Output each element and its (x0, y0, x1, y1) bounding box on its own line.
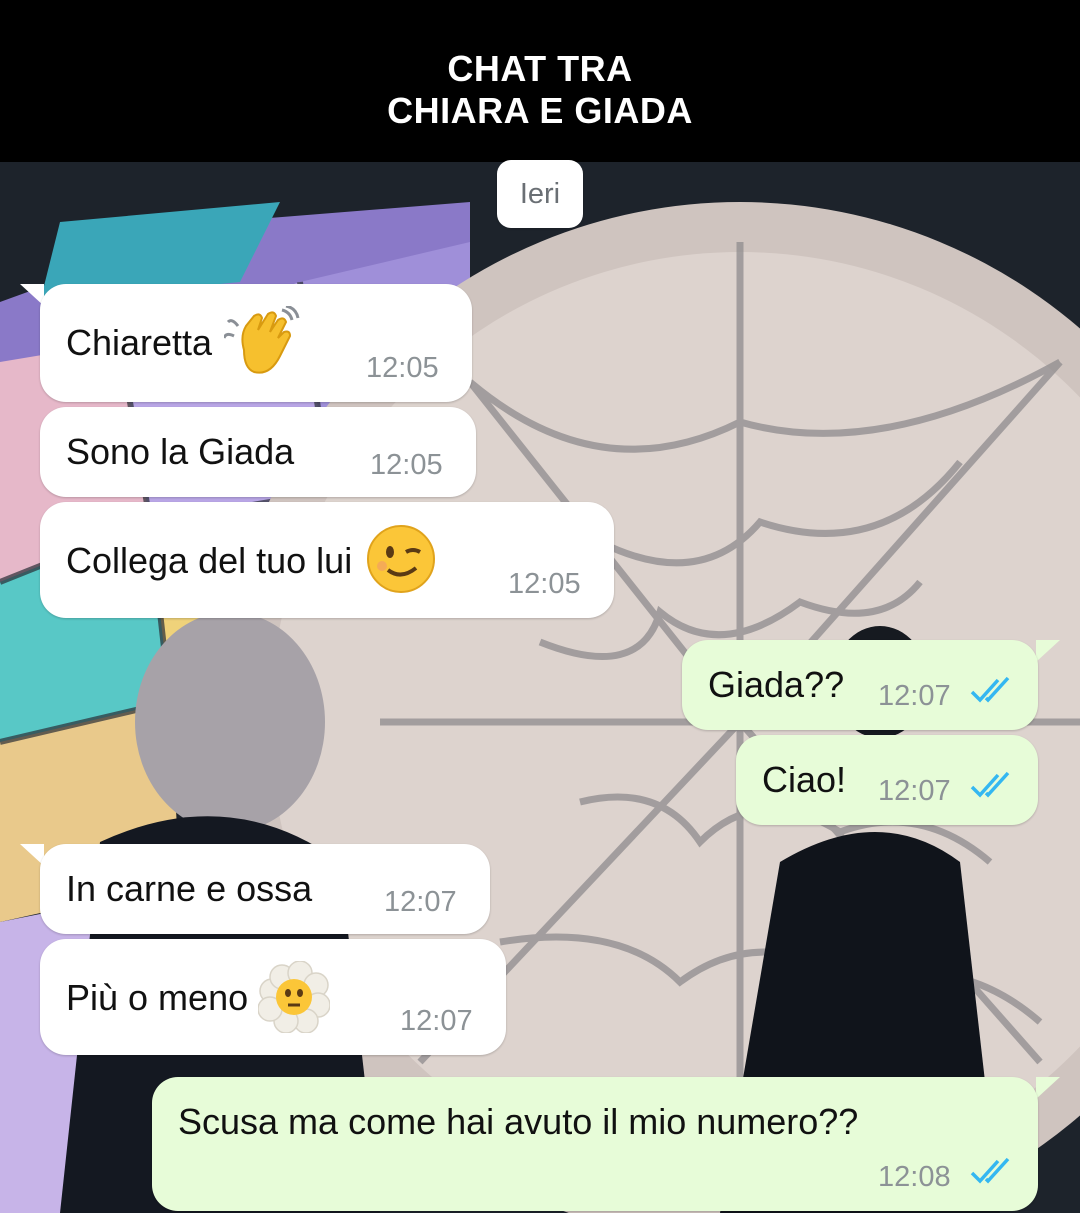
face-in-clouds-emoji (257, 960, 331, 1038)
chat-title-header: CHAT TRA CHIARA E GIADA (0, 0, 1080, 162)
message-timestamp: 12:08 (878, 1161, 951, 1193)
waving-hand-emoji (222, 304, 300, 383)
message-text: Giada?? (708, 664, 845, 705)
message-text: Più o meno (66, 977, 249, 1018)
message-timestamp: 12:05 (508, 568, 581, 600)
message-text: Scusa ma come hai avuto il mio numero?? (178, 1101, 859, 1142)
message-text: In carne e ossa (66, 868, 313, 909)
outgoing-bubble-tail (1036, 640, 1060, 662)
message-text: Collega del tuo lui (66, 540, 353, 581)
outgoing-bubble-tail (1036, 1077, 1060, 1099)
chat-title-line-2: CHIARA E GIADA (387, 90, 693, 131)
outgoing-message-bubble[interactable]: Giada?? 12:07 (682, 640, 1038, 730)
read-receipt-icon (970, 676, 1014, 704)
message-text: Ciao! (762, 759, 847, 800)
read-receipt-icon (970, 771, 1014, 799)
message-timestamp: 12:07 (878, 680, 951, 712)
message-timestamp: 12:07 (878, 775, 951, 807)
message-timestamp: 12:07 (400, 1005, 473, 1037)
incoming-message-bubble[interactable]: In carne e ossa 12:07 (40, 844, 490, 934)
incoming-message-bubble[interactable]: Più o meno 12:07 (40, 939, 506, 1055)
outgoing-message-bubble[interactable]: Scusa ma come hai avuto il mio numero?? … (152, 1077, 1038, 1211)
chat-title-line-1: CHAT TRA (447, 48, 633, 89)
incoming-message-bubble[interactable]: Sono la Giada 12:05 (40, 407, 476, 497)
message-timestamp: 12:05 (370, 449, 443, 481)
winking-face-emoji (366, 524, 436, 599)
message-text: Chiaretta (66, 322, 213, 363)
incoming-message-bubble[interactable]: Collega del tuo lui 12:05 (40, 502, 614, 618)
message-text: Sono la Giada (66, 431, 295, 472)
message-timestamp: 12:05 (366, 352, 439, 384)
incoming-message-bubble[interactable]: Chiaretta 12:05 (40, 284, 472, 402)
read-receipt-icon (970, 1157, 1014, 1185)
date-separator-chip: Ieri (497, 160, 583, 228)
message-timestamp: 12:07 (384, 886, 457, 918)
outgoing-message-bubble[interactable]: Ciao! 12:07 (736, 735, 1038, 825)
